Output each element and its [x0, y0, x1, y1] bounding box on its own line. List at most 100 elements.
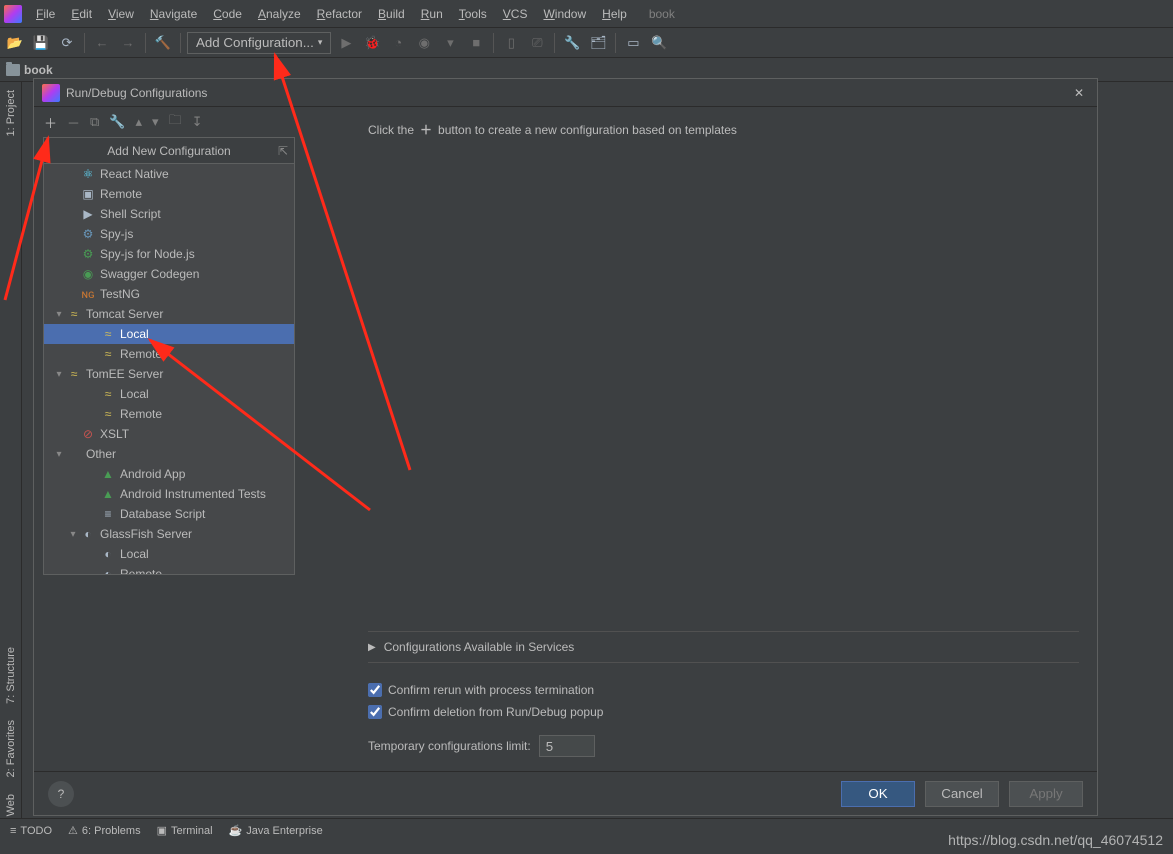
folder-move-icon[interactable]: 🗀 — [169, 111, 182, 133]
run-icon[interactable]: ▶ — [335, 32, 357, 54]
apply-button[interactable]: Apply — [1009, 781, 1083, 807]
dialog-footer: ? OK Cancel Apply — [34, 771, 1097, 815]
intellij-icon — [42, 84, 60, 102]
confirm-rerun-checkbox[interactable]: Confirm rerun with process termination — [368, 683, 1079, 697]
config-left-pane: ＋ － ⧉ 🔧 ▴ ▾ 🗀 ↧ Add New Configuration ⇱ … — [34, 107, 350, 771]
main-toolbar: 📂 💾 ⟳ ← → 🔨 Add Configuration... ▾ ▶ 🐞 ◔… — [0, 28, 1173, 58]
checkbox-input[interactable] — [368, 705, 382, 719]
strip-project[interactable]: 1: Project — [3, 82, 19, 144]
config-item-local[interactable]: ≈Local — [44, 324, 294, 344]
config-item-spy-js-for-node-js[interactable]: ⚙Spy-js for Node.js — [44, 244, 294, 264]
wrench-icon[interactable]: 🔧 — [109, 114, 125, 130]
java-enterprise-tab[interactable]: ☕ Java Enterprise — [229, 824, 323, 837]
dialog-title-text: Run/Debug Configurations — [66, 86, 207, 100]
open-icon[interactable]: 📂 — [4, 32, 26, 54]
todo-tab[interactable]: ≡ TODO — [10, 825, 52, 837]
config-item-react-native[interactable]: ⚛React Native — [44, 164, 294, 184]
help-button[interactable]: ? — [48, 781, 74, 807]
config-toolbar: ＋ － ⧉ 🔧 ▴ ▾ 🗀 ↧ — [34, 107, 349, 137]
temp-limit-row: Temporary configurations limit: — [368, 735, 1079, 757]
config-item-remote[interactable]: ≈Remote — [44, 404, 294, 424]
forward-icon[interactable]: → — [117, 32, 139, 54]
menu-window[interactable]: Window — [535, 5, 594, 23]
confirm-delete-checkbox[interactable]: Confirm deletion from Run/Debug popup — [368, 705, 1079, 719]
config-item-testng[interactable]: ɴɢTestNG — [44, 284, 294, 304]
left-tool-strip: 1: Project 7: Structure 2: Favorites Web — [0, 82, 22, 824]
config-item-other[interactable]: ▾Other — [44, 444, 294, 464]
limit-input[interactable] — [539, 735, 595, 757]
config-item-local[interactable]: ◐Local — [44, 544, 294, 564]
save-icon[interactable]: 💾 — [30, 32, 52, 54]
services-section[interactable]: ▶ Configurations Available in Services — [368, 631, 1079, 663]
config-item-xslt[interactable]: ⊘XSLT — [44, 424, 294, 444]
config-item-shell-script[interactable]: ▶Shell Script — [44, 204, 294, 224]
menu-analyze[interactable]: Analyze — [250, 5, 309, 23]
breadcrumb-project[interactable]: book — [24, 63, 53, 77]
pin-icon[interactable]: ⇱ — [278, 144, 288, 158]
menu-help[interactable]: Help — [594, 5, 635, 23]
dropdown-icon: ▾ — [318, 37, 323, 48]
config-item-local[interactable]: ≈Local — [44, 384, 294, 404]
checkbox-input[interactable] — [368, 683, 382, 697]
menu-refactor[interactable]: Refactor — [309, 5, 370, 23]
menu-view[interactable]: View — [100, 5, 142, 23]
copy-icon[interactable]: ⧉ — [90, 114, 99, 130]
back-icon[interactable]: ← — [91, 32, 113, 54]
config-item-swagger-codegen[interactable]: ◉Swagger Codegen — [44, 264, 294, 284]
add-icon[interactable]: ＋ — [44, 113, 57, 132]
remove-icon[interactable]: － — [67, 113, 80, 132]
sort-icon[interactable]: ↧ — [192, 114, 203, 130]
config-item-tomee-server[interactable]: ▾≈TomEE Server — [44, 364, 294, 384]
project-structure-icon[interactable]: 🗂 — [587, 32, 609, 54]
config-item-android-app[interactable]: ▲Android App — [44, 464, 294, 484]
config-item-database-script[interactable]: ≡Database Script — [44, 504, 294, 524]
problems-tab[interactable]: ⚠ 6: Problems — [68, 824, 141, 837]
menu-navigate[interactable]: Navigate — [142, 5, 205, 23]
stop-icon[interactable]: ■ — [465, 32, 487, 54]
add-configuration-button[interactable]: Add Configuration... ▾ — [187, 32, 331, 54]
watermark-text: https://blog.csdn.net/qq_46074512 — [948, 832, 1163, 848]
coverage-icon[interactable]: ◔ — [387, 32, 409, 54]
menu-build[interactable]: Build — [370, 5, 413, 23]
config-item-remote[interactable]: ≈Remote — [44, 344, 294, 364]
config-item-spy-js[interactable]: ⚙Spy-js — [44, 224, 294, 244]
attached-dropdown-icon[interactable]: ▾ — [439, 32, 461, 54]
menu-code[interactable]: Code — [205, 5, 250, 23]
down-icon[interactable]: ▾ — [152, 114, 159, 130]
cancel-button[interactable]: Cancel — [925, 781, 999, 807]
config-item-remote[interactable]: ◐Remote — [44, 564, 294, 574]
build-icon[interactable]: 🔨 — [152, 32, 174, 54]
avd-icon[interactable]: ⎚ — [526, 32, 548, 54]
presentation-icon[interactable]: ▭ — [622, 32, 644, 54]
wrench-icon[interactable]: 🔧 — [561, 32, 583, 54]
up-icon[interactable]: ▴ — [136, 114, 143, 130]
menu-edit[interactable]: Edit — [63, 5, 100, 23]
config-item-android-instrumented-tests[interactable]: ▲Android Instrumented Tests — [44, 484, 294, 504]
strip-favorites[interactable]: 2: Favorites — [3, 712, 19, 785]
debug-icon[interactable]: 🐞 — [361, 32, 383, 54]
project-title-top: book — [649, 7, 675, 21]
search-icon[interactable]: 🔍 — [648, 32, 670, 54]
terminal-tab[interactable]: ▣ Terminal — [157, 824, 213, 837]
add-new-config-popup: Add New Configuration ⇱ ⚛React Native▣Re… — [43, 137, 295, 575]
close-icon[interactable]: ✕ — [1069, 83, 1089, 103]
ok-button[interactable]: OK — [841, 781, 915, 807]
services-label: Configurations Available in Services — [384, 640, 575, 654]
strip-structure[interactable]: 7: Structure — [3, 639, 19, 712]
profile-icon[interactable]: ◉ — [413, 32, 435, 54]
menu-vcs[interactable]: VCS — [495, 5, 536, 23]
config-type-list[interactable]: ⚛React Native▣Remote▶Shell Script⚙Spy-js… — [44, 164, 294, 574]
config-right-pane: Click the ＋ button to create a new confi… — [350, 107, 1097, 771]
config-item-tomcat-server[interactable]: ▾≈Tomcat Server — [44, 304, 294, 324]
config-item-glassfish-server[interactable]: ▾◐GlassFish Server — [44, 524, 294, 544]
chevron-right-icon: ▶ — [368, 642, 376, 653]
refresh-icon[interactable]: ⟳ — [56, 32, 78, 54]
limit-label: Temporary configurations limit: — [368, 739, 531, 753]
menu-tools[interactable]: Tools — [451, 5, 495, 23]
menu-run[interactable]: Run — [413, 5, 451, 23]
device-icon[interactable]: ▯ — [500, 32, 522, 54]
menu-file[interactable]: File — [28, 5, 63, 23]
popup-title: Add New Configuration — [107, 144, 230, 158]
dialog-titlebar: Run/Debug Configurations ✕ — [34, 79, 1097, 107]
config-item-remote[interactable]: ▣Remote — [44, 184, 294, 204]
